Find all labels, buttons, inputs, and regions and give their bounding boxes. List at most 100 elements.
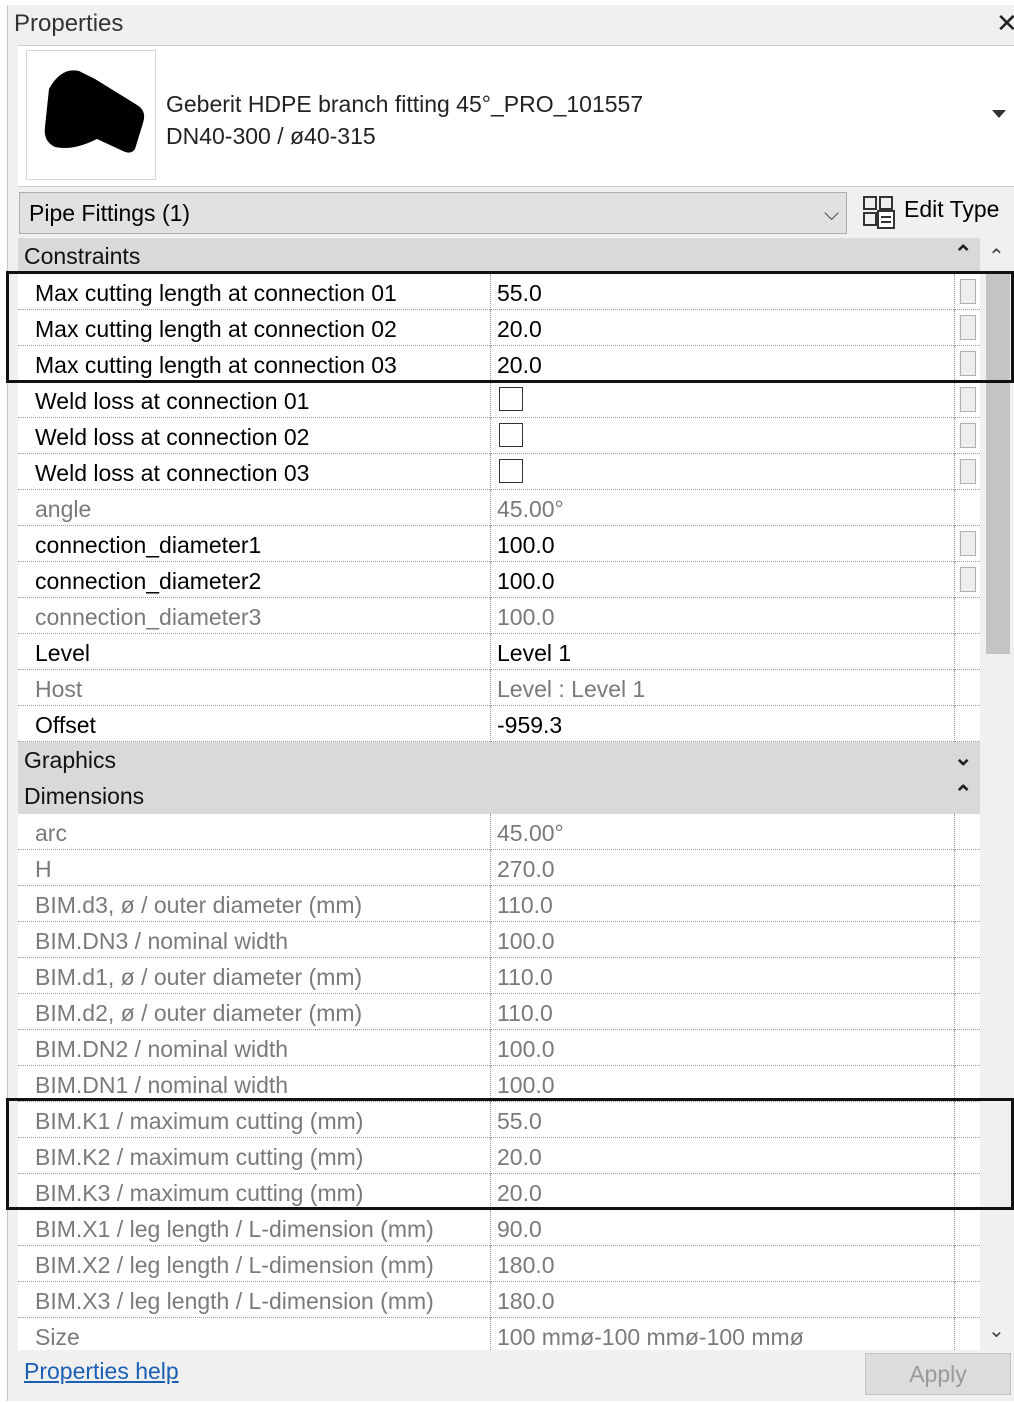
property-name: H: [35, 856, 52, 882]
property-row[interactable]: Weld loss at connection 01: [18, 382, 980, 418]
property-row[interactable]: connection_diameter2 100.0: [18, 562, 980, 598]
property-value: 110.0: [497, 964, 553, 990]
associate-parameter-button[interactable]: [960, 279, 976, 304]
property-value: 20.0: [497, 1180, 542, 1206]
associate-parameter-button[interactable]: [960, 387, 976, 412]
property-name: Max cutting length at connection 01: [35, 280, 397, 306]
property-value: 180.0: [497, 1288, 555, 1314]
chevron-down-icon: ⌵: [824, 203, 840, 225]
property-value: 100 mmø-100 mmø-100 mmø: [497, 1324, 804, 1350]
property-value[interactable]: -959.3: [497, 712, 562, 739]
property-name: BIM.d2, ø / outer diameter (mm): [35, 1000, 363, 1026]
close-icon[interactable]: ✕: [996, 8, 1014, 39]
properties-help-link[interactable]: Properties help: [24, 1358, 179, 1385]
associate-parameter-button[interactable]: [960, 567, 976, 592]
property-name: BIM.K1 / maximum cutting (mm): [35, 1108, 364, 1134]
property-value: Level : Level 1: [497, 676, 646, 702]
property-name: BIM.X1 / leg length / L-dimension (mm): [35, 1216, 434, 1242]
property-value: 100.0: [497, 928, 555, 954]
edit-type-button[interactable]: Edit Type: [858, 192, 1008, 234]
property-row: BIM.d3, ø / outer diameter (mm) 110.0: [18, 886, 980, 922]
property-name: arc: [35, 820, 67, 846]
property-row: BIM.DN1 / nominal width 100.0: [18, 1066, 980, 1102]
scroll-up-arrow-icon[interactable]: ⌃: [988, 244, 1005, 269]
scrollbar-thumb[interactable]: [986, 272, 1010, 654]
type-dropdown-arrow-icon[interactable]: [992, 110, 1006, 118]
collapse-icon[interactable]: ⌃: [954, 241, 972, 267]
edit-type-icon: [863, 196, 895, 229]
pipe-branch-fitting-thumbnail-icon: [26, 50, 156, 180]
property-name: Size: [35, 1324, 80, 1350]
property-row[interactable]: Level Level 1: [18, 634, 980, 670]
type-family-line1: Geberit HDPE branch fitting 45°_PRO_1015…: [166, 91, 644, 117]
associate-parameter-button[interactable]: [960, 315, 976, 340]
property-row[interactable]: connection_diameter1 100.0: [18, 526, 980, 562]
property-value: 45.00°: [497, 496, 564, 522]
group-label: Dimensions: [24, 783, 145, 809]
property-value[interactable]: Level 1: [497, 640, 571, 667]
property-name: Weld loss at connection 02: [35, 424, 310, 450]
property-row[interactable]: Max cutting length at connection 01 55.0: [18, 274, 980, 310]
property-row[interactable]: Offset -959.3: [18, 706, 980, 742]
associate-parameter-button[interactable]: [960, 423, 976, 448]
property-value: 100.0: [497, 604, 555, 630]
properties-grid: Constraints ⌃ Max cutting length at conn…: [18, 238, 980, 1350]
property-name: Level: [35, 640, 90, 666]
group-label: Constraints: [24, 243, 141, 269]
property-value: 90.0: [497, 1216, 542, 1242]
property-value[interactable]: 100.0: [497, 568, 555, 595]
property-name: Weld loss at connection 01: [35, 388, 310, 414]
weld-loss-checkbox[interactable]: [499, 459, 523, 483]
property-row: BIM.X3 / leg length / L-dimension (mm) 18…: [18, 1282, 980, 1318]
property-value: 55.0: [497, 1108, 542, 1134]
group-label: Graphics: [24, 747, 117, 773]
property-name: BIM.X2 / leg length / L-dimension (mm): [35, 1252, 434, 1278]
type-family-line2: DN40-300 / ø40-315: [166, 123, 376, 149]
expand-icon[interactable]: ⌄: [954, 745, 972, 771]
property-value[interactable]: 55.0: [497, 280, 542, 307]
property-row: BIM.K2 / maximum cutting (mm) 20.0: [18, 1138, 980, 1174]
property-name: connection_diameter2: [35, 568, 262, 594]
property-row: BIM.d2, ø / outer diameter (mm) 110.0: [18, 994, 980, 1030]
property-name: BIM.DN2 / nominal width: [35, 1036, 289, 1062]
property-name: BIM.K3 / maximum cutting (mm): [35, 1180, 364, 1206]
edit-type-label: Edit Type: [904, 196, 1000, 222]
weld-loss-checkbox[interactable]: [499, 387, 523, 411]
property-name: BIM.K2 / maximum cutting (mm): [35, 1144, 364, 1170]
property-row[interactable]: Weld loss at connection 02: [18, 418, 980, 454]
property-name: BIM.X3 / leg length / L-dimension (mm): [35, 1288, 434, 1314]
property-name: Host: [35, 676, 83, 702]
collapse-icon[interactable]: ⌃: [954, 781, 972, 807]
property-row: BIM.X2 / leg length / L-dimension (mm) 18…: [18, 1246, 980, 1282]
palette-title: Properties: [14, 10, 124, 37]
property-value[interactable]: 100.0: [497, 532, 555, 559]
property-row: BIM.K3 / maximum cutting (mm) 20.0: [18, 1174, 980, 1210]
property-name: angle: [35, 496, 92, 522]
property-row: BIM.DN3 / nominal width 100.0: [18, 922, 980, 958]
group-constraints[interactable]: Constraints ⌃: [18, 238, 980, 274]
group-graphics[interactable]: Graphics ⌄: [18, 742, 980, 778]
property-name: Max cutting length at connection 02: [35, 316, 397, 342]
instance-filter-dropdown[interactable]: Pipe Fittings (1) ⌵: [19, 192, 847, 234]
apply-button[interactable]: Apply: [865, 1353, 1011, 1395]
property-value[interactable]: 20.0: [497, 316, 542, 343]
property-value: 270.0: [497, 856, 555, 882]
property-row[interactable]: Weld loss at connection 03: [18, 454, 980, 490]
weld-loss-checkbox[interactable]: [499, 423, 523, 447]
associate-parameter-button[interactable]: [960, 531, 976, 556]
property-value[interactable]: 20.0: [497, 352, 542, 379]
property-name: BIM.DN1 / nominal width: [35, 1072, 289, 1098]
property-row[interactable]: Max cutting length at connection 03 20.0: [18, 346, 980, 382]
associate-parameter-button[interactable]: [960, 459, 976, 484]
group-dimensions[interactable]: Dimensions ⌃: [18, 778, 980, 814]
property-row: BIM.d1, ø / outer diameter (mm) 110.0: [18, 958, 980, 994]
property-name: connection_diameter3: [35, 604, 262, 630]
property-row[interactable]: Max cutting length at connection 02 20.0: [18, 310, 980, 346]
property-row: Size 100 mmø-100 mmø-100 mmø: [18, 1318, 980, 1350]
property-row: BIM.X1 / leg length / L-dimension (mm) 90…: [18, 1210, 980, 1246]
property-value: 110.0: [497, 892, 553, 918]
instance-filter-label: Pipe Fittings (1): [29, 200, 191, 226]
scroll-down-arrow-icon[interactable]: ⌄: [988, 1318, 1005, 1343]
associate-parameter-button[interactable]: [960, 351, 976, 376]
type-family-name: Geberit HDPE branch fitting 45°_PRO_1015…: [166, 88, 643, 152]
